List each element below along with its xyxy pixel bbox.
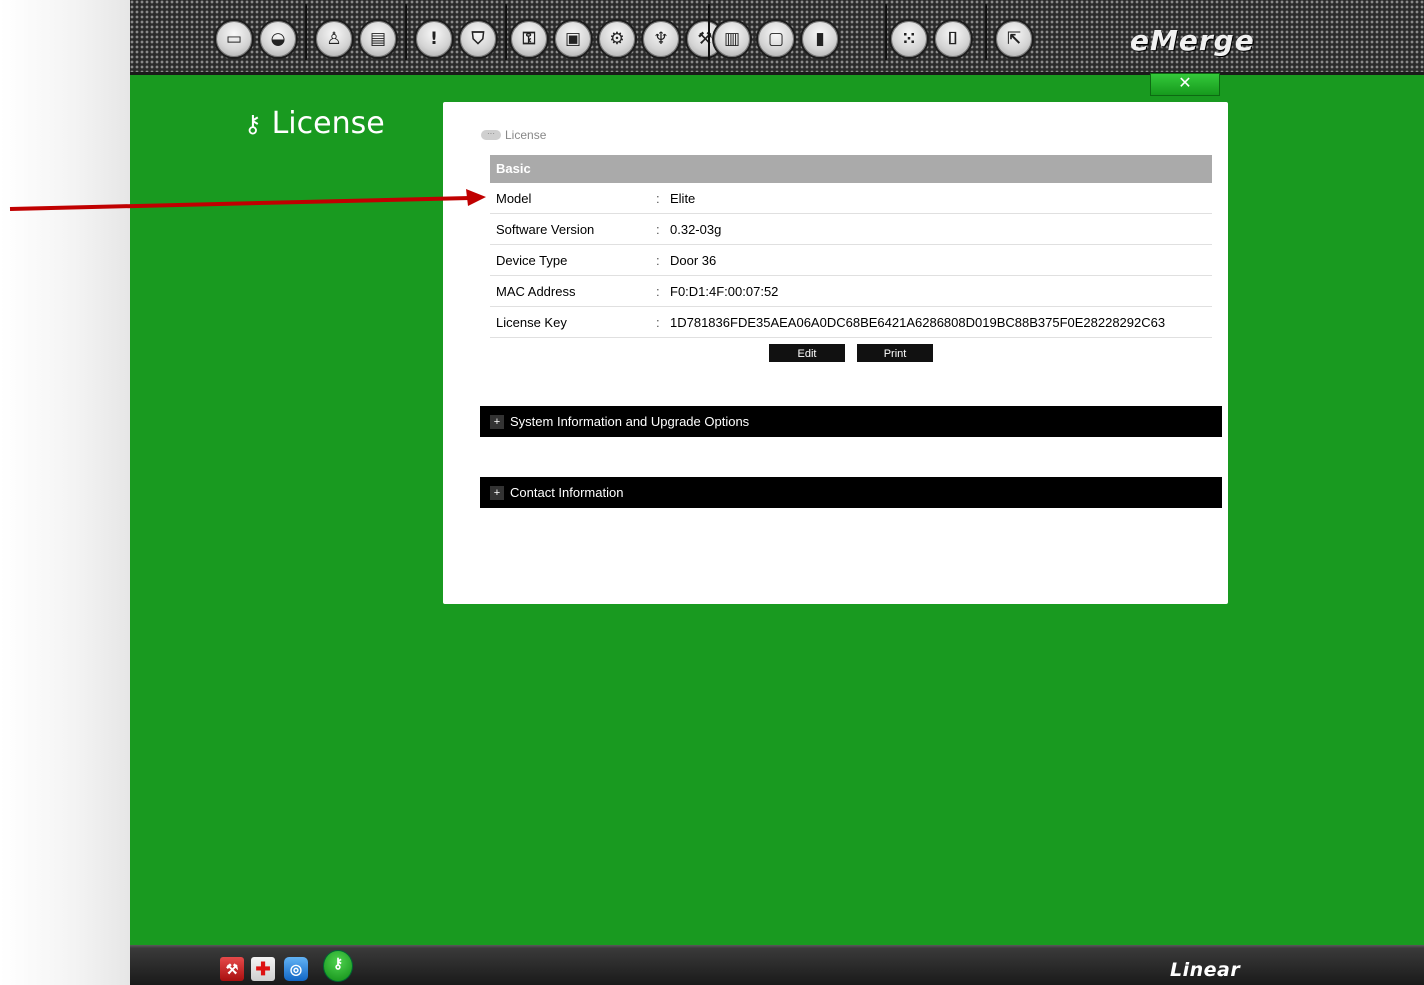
breadcrumb-label: License [505,128,547,142]
brand-logo: eMerge [1130,24,1255,57]
row-label: Software Version [490,213,656,245]
row-value: 0.32-03g [670,213,1212,245]
network-settings-icon[interactable]: ♆ [641,19,681,59]
bottom-bar: ⚒ ✚ ◎ ⚷ Linear [130,945,1424,985]
annotation-arrow-line [9,196,471,211]
badge-settings-icon[interactable]: ▣ [553,19,593,59]
toolbar-divider [405,4,407,60]
keypad-icon[interactable]: ⁙ [889,19,929,59]
row-label: Model [490,183,656,214]
tools-icon[interactable]: ⚒ [220,957,244,981]
chart-icon[interactable]: ▮ [800,19,840,59]
camera-icon[interactable]: ◒ [258,19,298,59]
contact-info-label: Contact Information [510,485,624,500]
shield-icon[interactable]: ⛉ [458,19,498,59]
print-button[interactable]: Print [857,344,933,362]
table-row: License Key : 1D781836FDE35AEA06A0DC68BE… [490,306,1212,338]
toolbar-group-people: ♙ ▤ [310,7,402,67]
toolbar-group-alerts: ! ⛉ [410,7,502,67]
toolbar-group-reports: ▥ ▢ ▮ [708,7,844,67]
table-row: Device Type : Door 36 [490,244,1212,276]
page-title: ⚷ License [244,106,385,141]
compass-icon[interactable]: ◎ [284,957,308,981]
row-label: License Key [490,306,656,338]
footer-brand-logo: Linear [1170,959,1241,981]
row-separator: : [656,275,670,307]
top-toolbar: ▭ ◒ ♙ ▤ ! ⛉ ⚿ ▣ ⚙ ♆ ⚒ ▥ ▢ ▮ ⁙ ⌷ ⇱ eMerge [130,0,1424,75]
alert-icon[interactable]: ! [414,19,454,59]
row-label: MAC Address [490,275,656,307]
row-value: Door 36 [670,244,1212,276]
toolbar-group-devices: ⁙ ⌷ [885,7,977,67]
save-icon[interactable]: ▥ [712,19,752,59]
close-button[interactable]: ✕ [1150,73,1220,96]
id-card-icon[interactable]: ▤ [358,19,398,59]
edit-button[interactable]: Edit [769,344,845,362]
toolbar-group-exit: ⇱ [990,7,1038,67]
expand-plus-icon[interactable]: + [490,414,504,429]
table-row: MAC Address : F0:D1:4F:00:07:52 [490,275,1212,307]
row-separator: : [656,183,670,214]
monitor-icon[interactable]: ▭ [214,19,254,59]
toolbar-divider [985,4,987,60]
system-info-label: System Information and Upgrade Options [510,414,750,429]
table-row: Software Version : 0.32-03g [490,213,1212,245]
row-separator: : [656,244,670,276]
row-value: 1D781836FDE35AEA06A0DC68BE6421A6286808D0… [670,306,1212,338]
license-key-icon[interactable]: ⚷ [323,950,353,982]
gears-icon[interactable]: ⚙ [597,19,637,59]
report-icon[interactable]: ▢ [756,19,796,59]
toolbar-group-monitor: ▭ ◒ [210,7,302,67]
row-value: Elite [670,183,1212,214]
row-label: Device Type [490,244,656,276]
exit-icon[interactable]: ⇱ [994,19,1034,59]
breadcrumb: ··· License [481,128,546,142]
key-icon: ⚷ [244,109,262,138]
row-separator: : [656,213,670,245]
expand-plus-icon[interactable]: + [490,485,504,500]
page-title-text: License [271,106,385,141]
help-cross-icon[interactable]: ✚ [251,957,275,981]
table-row: Model : Elite [490,183,1212,214]
annotation-arrow-head [466,189,486,206]
annotation-arrow [9,189,486,211]
basic-section-header: Basic [490,155,1212,183]
person-icon[interactable]: ♙ [314,19,354,59]
toolbar-divider [305,4,307,60]
row-value: F0:D1:4F:00:07:52 [670,275,1212,307]
basic-info-table: Model : Elite Software Version : 0.32-03… [490,183,1212,338]
brand-logo-text: eMerge [1130,24,1255,57]
row-separator: : [656,306,670,338]
toolbar-group-setup: ⚿ ▣ ⚙ ♆ ⚒ [505,7,729,67]
door-settings-icon[interactable]: ⚿ [509,19,549,59]
license-panel: ··· License Basic Model : Elite Software… [443,102,1228,604]
contact-info-section[interactable]: + Contact Information [480,477,1222,508]
left-gutter [0,0,130,985]
system-info-section[interactable]: + System Information and Upgrade Options [480,406,1222,437]
speech-bubble-icon: ··· [481,130,501,140]
door-icon[interactable]: ⌷ [933,19,973,59]
